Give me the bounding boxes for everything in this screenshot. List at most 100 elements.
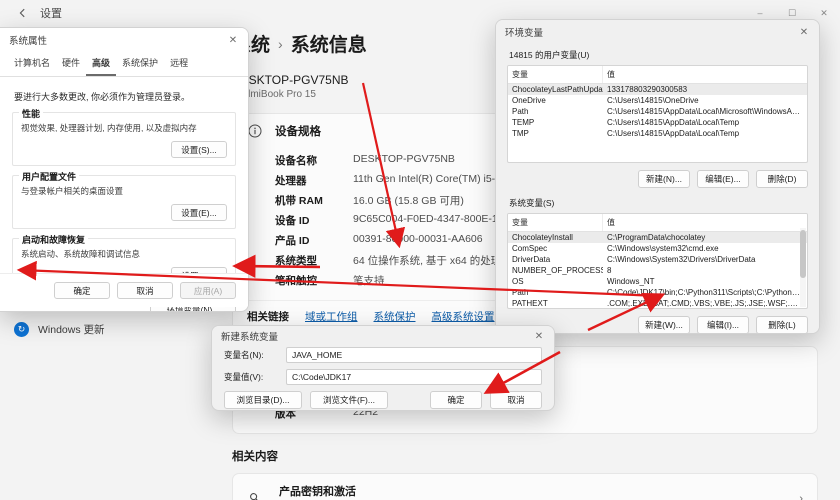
table-row[interactable]: PATHEXT .COM;.EXE;.BAT;.CMD;.VBS;.VBE;.J… <box>508 298 807 308</box>
table-row[interactable]: OS Windows_NT <box>508 276 807 287</box>
variable-name: ChocolateyLastPathUpdate <box>512 85 603 94</box>
back-arrow-icon[interactable] <box>8 2 38 24</box>
user-profiles-settings-button[interactable]: 设置(E)... <box>171 204 227 221</box>
spec-key: 处理器 <box>275 174 307 187</box>
close-icon[interactable]: ✕ <box>218 28 248 52</box>
tab-remote[interactable]: 远程 <box>164 52 194 76</box>
related-item-product-key[interactable]: 产品密钥和激活 更改产品密钥或升级 Windows › <box>232 473 818 500</box>
variable-value: C:\Code\JDK17\bin;C:\Python311\Scripts\;… <box>607 288 807 297</box>
admin-note: 要进行大多数更改, 你必须作为管理员登录。 <box>14 92 191 102</box>
environment-variables-dialog: 环境变量 ✕ 14815 的用户变量(U) 变量 值 ChocolateyLas… <box>495 19 820 334</box>
variable-name: ComSpec <box>512 244 548 253</box>
variable-value: C:\Windows\system32\cmd.exe <box>607 244 719 253</box>
browse-file-button[interactable]: 浏览文件(F)... <box>310 391 388 409</box>
system-variables-label: 系统变量(S) <box>509 198 555 208</box>
variable-value-row: 变量值(V): C:\Code\JDK17 <box>224 369 542 385</box>
spec-key: 系统类型 <box>275 254 317 267</box>
variable-name: TMP <box>512 129 529 138</box>
link-system-protection[interactable]: 系统保护 <box>374 309 416 324</box>
column-header-value: 值 <box>607 70 615 79</box>
variable-name: NUMBER_OF_PROCESSORS <box>512 266 603 275</box>
table-row[interactable]: OneDrive C:\Users\14815\OneDrive <box>508 95 807 106</box>
variable-name: Path <box>512 107 529 116</box>
ok-button[interactable]: 确定 <box>54 282 110 299</box>
user-profiles-group-title: 用户配置文件 <box>19 170 80 183</box>
spec-key: 笔和触控 <box>275 274 317 287</box>
device-spec-title: 设备规格 <box>275 126 321 138</box>
breadcrumb-separator: › <box>278 35 283 52</box>
user-profiles-group: 用户配置文件 与登录帐户相关的桌面设置 设置(E)... <box>12 170 236 229</box>
user-variables-label: 14815 的用户变量(U) <box>509 50 590 60</box>
spec-value: DESKTOP-PGV75NB <box>353 152 455 165</box>
variable-value: C:\Users\14815\AppData\Local\Temp <box>607 118 740 127</box>
system-variables-table[interactable]: 变量 值 ChocolateyInstall C:\ProgramData\ch… <box>507 213 808 309</box>
related-item-title: 产品密钥和激活 <box>279 486 356 498</box>
tab-hardware[interactable]: 硬件 <box>56 52 86 76</box>
tab-computer-name[interactable]: 计算机名 <box>8 52 56 76</box>
cancel-button[interactable]: 取消 <box>490 391 542 409</box>
system-table-header: 变量 值 <box>508 214 807 232</box>
close-icon[interactable]: ✕ <box>789 20 819 44</box>
env-vars-titlebar: 环境变量 ✕ <box>496 20 819 44</box>
system-properties-body: 要进行大多数更改, 你必须作为管理员登录。 性能 视觉效果, 处理器计划, 内存… <box>0 77 248 311</box>
table-row[interactable]: ChocolateyInstall C:\ProgramData\chocola… <box>508 232 807 243</box>
spec-value: 笔支持 <box>353 274 385 287</box>
system-new-button[interactable]: 新建(W)... <box>638 316 690 333</box>
table-row[interactable]: ComSpec C:\Windows\system32\cmd.exe <box>508 243 807 254</box>
variable-value-input[interactable]: C:\Code\JDK17 <box>286 369 542 385</box>
variable-name: TEMP <box>512 118 535 127</box>
system-edit-button[interactable]: 编辑(I)... <box>697 316 749 333</box>
system-properties-footer: 确定 取消 应用(A) <box>0 273 248 307</box>
table-row[interactable]: TMP C:\Users\14815\AppData\Local\Temp <box>508 128 807 139</box>
table-row[interactable]: ChocolateyLastPathUpdate 133178803290300… <box>508 84 807 95</box>
spec-key: 产品 ID <box>275 234 310 247</box>
system-properties-dialog: 系统属性 ✕ 计算机名 硬件 高级 系统保护 远程 要进行大多数更改, 你必须作… <box>0 27 249 312</box>
table-row[interactable]: Path C:\Code\JDK17\bin;C:\Python311\Scri… <box>508 287 807 298</box>
windows-update-icon: ↻ <box>14 321 29 337</box>
column-header-name: 变量 <box>508 214 603 231</box>
related-links-label: 相关链接 <box>247 311 289 323</box>
close-icon[interactable]: ✕ <box>524 326 554 348</box>
link-advanced-system-settings[interactable]: 高级系统设置 <box>432 309 495 324</box>
tab-advanced[interactable]: 高级 <box>86 52 117 76</box>
user-new-button[interactable]: 新建(N)... <box>638 170 690 188</box>
table-row[interactable]: TEMP C:\Users\14815\AppData\Local\Temp <box>508 117 807 128</box>
startup-recovery-group-text: 系统启动、系统故障和调试信息 <box>21 249 141 259</box>
variable-value: C:\Users\14815\OneDrive <box>607 96 699 105</box>
variable-value: C:\Windows\System32\Drivers\DriverData <box>607 255 756 264</box>
system-properties-title: 系统属性 <box>9 36 48 47</box>
variable-value: 8 <box>607 266 612 275</box>
spec-value: 00391-80000-00031-AA606 <box>353 232 483 245</box>
spec-key: 机带 RAM <box>275 194 323 207</box>
variable-name: PATHEXT <box>512 299 548 308</box>
variable-name: OS <box>512 277 524 286</box>
table-scrollbar-thumb[interactable] <box>800 230 806 278</box>
new-variable-buttons: 浏览目录(D)... 浏览文件(F)... 确定 取消 <box>224 391 542 409</box>
system-properties-tabs: 计算机名 硬件 高级 系统保护 远程 <box>0 52 248 77</box>
variable-value: 133178803290300583 <box>607 85 688 94</box>
user-variables-table[interactable]: 变量 值 ChocolateyLastPathUpdate 1331788032… <box>507 65 808 163</box>
user-delete-button[interactable]: 删除(D) <box>756 170 808 188</box>
variable-name: Path <box>512 288 529 297</box>
sidebar-item-windows-update[interactable]: ↻ Windows 更新 <box>0 316 222 342</box>
variable-value: Windows_NT <box>607 277 655 286</box>
new-variable-titlebar: 新建系统变量 ✕ <box>212 326 554 346</box>
apply-button[interactable]: 应用(A) <box>180 282 236 299</box>
tab-system-protection[interactable]: 系统保护 <box>116 52 164 76</box>
system-delete-button[interactable]: 删除(L) <box>756 316 808 333</box>
variable-name-input[interactable]: JAVA_HOME <box>286 347 542 363</box>
cancel-button[interactable]: 取消 <box>117 282 173 299</box>
spec-value: 64 位操作系统, 基于 x64 的处理器 <box>353 254 512 267</box>
env-vars-title: 环境变量 <box>505 28 544 39</box>
spec-value: 16.0 GB (15.8 GB 可用) <box>353 194 464 207</box>
link-domain-workgroup[interactable]: 域或工作组 <box>305 309 358 324</box>
ok-button[interactable]: 确定 <box>430 391 482 409</box>
user-edit-button[interactable]: 编辑(E)... <box>697 170 749 188</box>
browse-directory-button[interactable]: 浏览目录(D)... <box>224 391 302 409</box>
variable-value: .COM;.EXE;.BAT;.CMD;.VBS;.VBE;.JS;.JSE;.… <box>607 299 807 308</box>
spec-key: 设备名称 <box>275 154 317 167</box>
table-row[interactable]: NUMBER_OF_PROCESSORS 8 <box>508 265 807 276</box>
table-row[interactable]: Path C:\Users\14815\AppData\Local\Micros… <box>508 106 807 117</box>
table-row[interactable]: DriverData C:\Windows\System32\Drivers\D… <box>508 254 807 265</box>
performance-settings-button[interactable]: 设置(S)... <box>171 141 227 158</box>
